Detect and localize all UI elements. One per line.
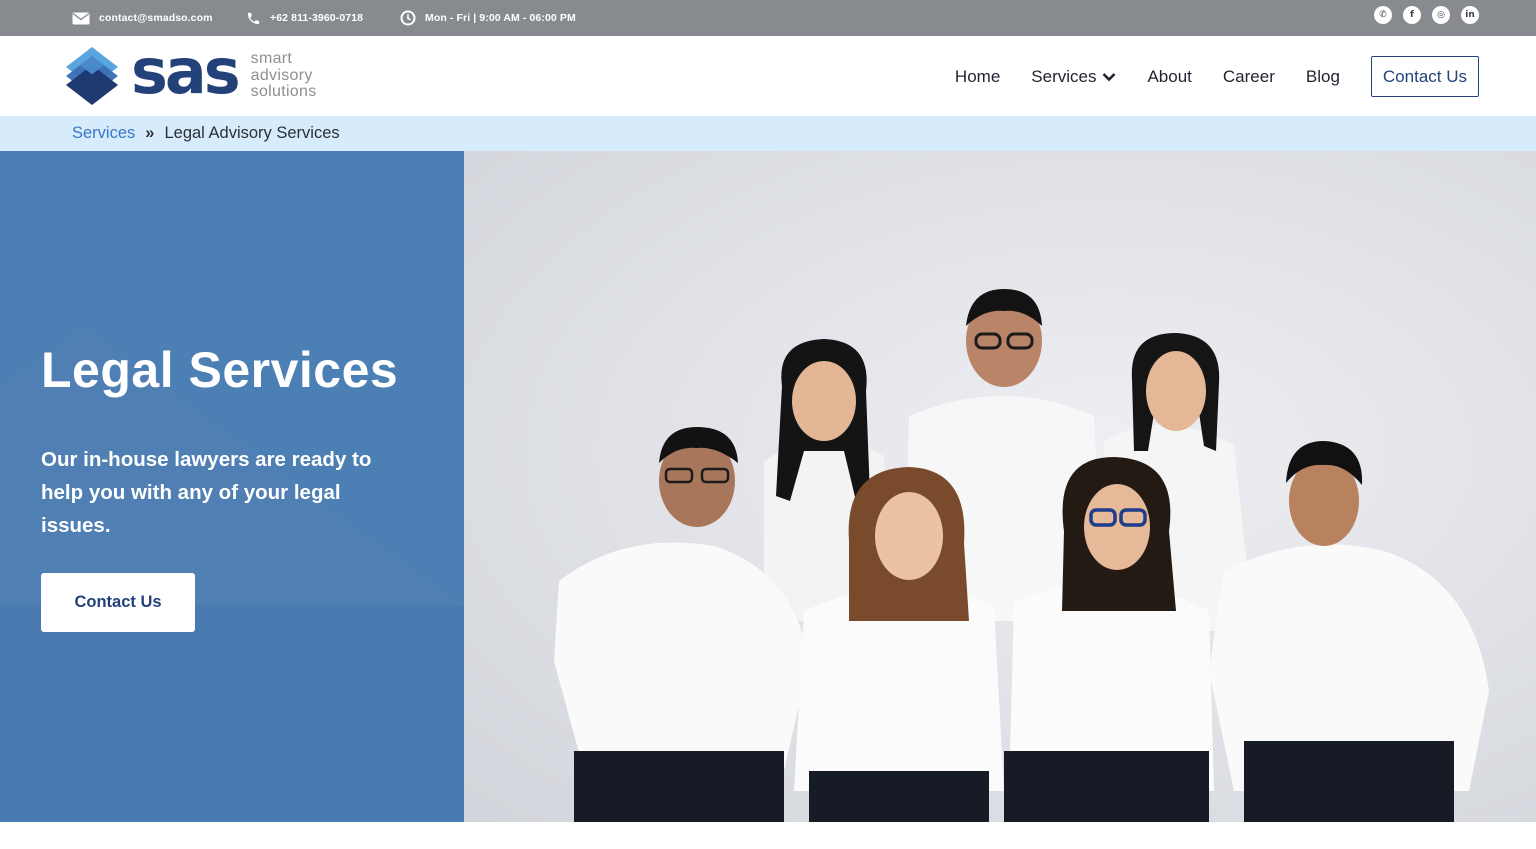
team-photo-illustration bbox=[554, 289, 1489, 822]
envelope-icon bbox=[72, 12, 90, 24]
diamond-logo-icon bbox=[66, 47, 118, 105]
nav-home[interactable]: Home bbox=[955, 57, 1000, 97]
team-photo bbox=[464, 151, 1536, 822]
tagline-line-1: smart bbox=[250, 50, 293, 68]
whatsapp-icon[interactable]: ✆ bbox=[1374, 6, 1392, 24]
logo-tagline: smart advisory solutions bbox=[251, 51, 317, 101]
chevron-down-icon bbox=[1103, 72, 1116, 81]
social-links: ✆ f ◎ in bbox=[1374, 6, 1479, 24]
main-nav: Home Services About Career Blog Contact … bbox=[955, 56, 1479, 97]
breadcrumb-services-link[interactable]: Services bbox=[72, 124, 135, 143]
breadcrumb-separator: » bbox=[145, 124, 155, 142]
tagline-line-2: advisory bbox=[250, 66, 313, 84]
instagram-icon[interactable]: ◎ bbox=[1432, 6, 1450, 24]
business-hours: Mon - Fri | 9:00 AM - 06:00 PM bbox=[400, 0, 576, 36]
hero-description: Our in-house lawyers are ready to help y… bbox=[41, 448, 372, 537]
hours-text: Mon - Fri | 9:00 AM - 06:00 PM bbox=[425, 12, 576, 24]
phone-icon bbox=[247, 12, 260, 24]
hero-contact-button[interactable]: Contact Us bbox=[41, 573, 195, 632]
tagline-line-3: solutions bbox=[250, 83, 317, 101]
hero-section: Legal Services Our in-house lawyers are … bbox=[0, 151, 1536, 822]
breadcrumb-current: Legal Advisory Services bbox=[164, 124, 340, 142]
nav-contact-button[interactable]: Contact Us bbox=[1370, 56, 1479, 97]
person-front-4 bbox=[1209, 441, 1489, 822]
nav-services-label: Services bbox=[1031, 66, 1097, 86]
top-info-bar: contact@smadso.com +62 811-3960-0718 Mon… bbox=[0, 0, 1536, 36]
logo-wordmark: sas bbox=[131, 35, 241, 108]
phone-contact[interactable]: +62 811-3960-0718 bbox=[246, 0, 363, 36]
breadcrumb: Services » Legal Advisory Services bbox=[0, 116, 1536, 151]
nav-services[interactable]: Services bbox=[1031, 57, 1116, 97]
clock-icon bbox=[400, 10, 416, 26]
nav-career[interactable]: Career bbox=[1223, 57, 1275, 97]
site-header: sas smart advisory solutions Home Servic… bbox=[0, 36, 1536, 116]
nav-blog[interactable]: Blog bbox=[1306, 57, 1340, 97]
phone-text: +62 811-3960-0718 bbox=[270, 12, 364, 24]
nav-about[interactable]: About bbox=[1147, 57, 1191, 97]
email-contact[interactable]: contact@smadso.com bbox=[72, 0, 213, 36]
linkedin-icon[interactable]: in bbox=[1461, 6, 1479, 24]
site-logo[interactable]: sas smart advisory solutions bbox=[66, 41, 317, 105]
email-text: contact@smadso.com bbox=[99, 12, 213, 24]
hero-title: Legal Services bbox=[41, 342, 399, 398]
facebook-icon[interactable]: f bbox=[1403, 6, 1421, 24]
hero-text-panel: Legal Services Our in-house lawyers are … bbox=[0, 151, 464, 822]
